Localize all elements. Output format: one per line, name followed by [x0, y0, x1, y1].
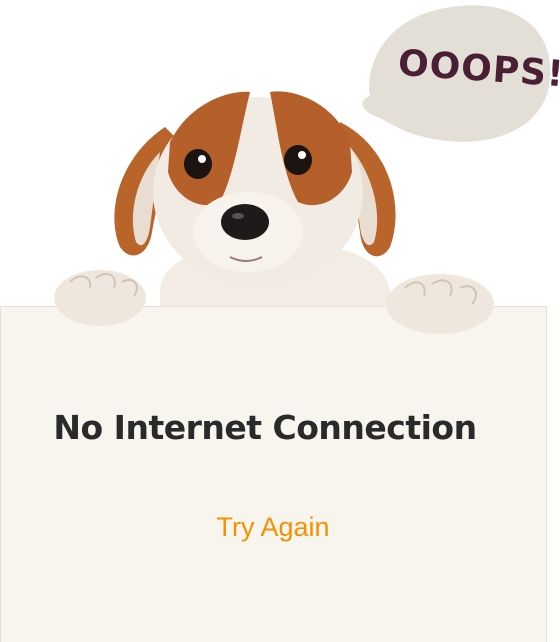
try-again-button[interactable]: Try Again [0, 512, 546, 543]
puppy-illustration [114, 91, 396, 342]
error-screen: OOOPS! No Internet Connection Try Again [0, 0, 560, 642]
message-card [0, 306, 547, 642]
error-title: No Internet Connection [53, 408, 477, 447]
